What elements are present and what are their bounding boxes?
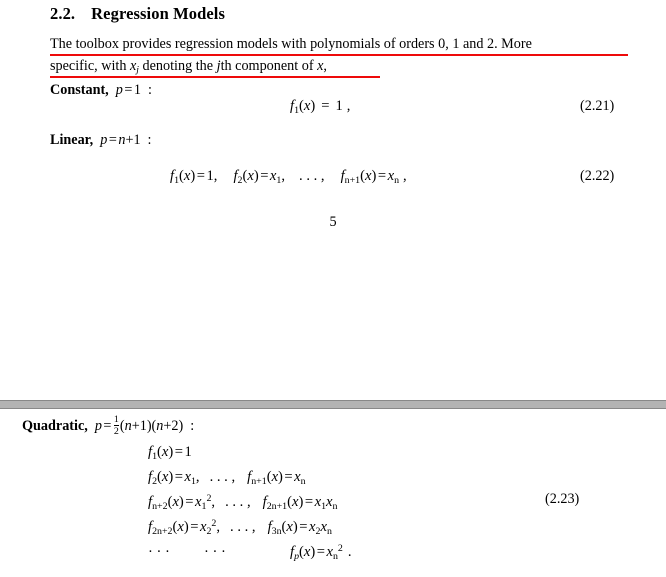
colon-constant: : <box>147 82 152 98</box>
equation-tag-2-21: (2.21) <box>580 98 615 114</box>
eq223r1-rhs: 1 <box>184 444 192 460</box>
body-paragraph: The toolbox provides regression models w… <box>50 33 630 78</box>
page-separator <box>0 400 666 409</box>
eq222-f3-subscript: n+1 <box>344 174 361 186</box>
eq223r4-f1-subscript: 2n+2 <box>152 525 173 537</box>
math-fraction-one-half: 12 <box>113 414 119 437</box>
paragraph-line-1-text: The toolbox provides regression models w… <box>50 36 532 52</box>
paragraph-line-2-text-b: denoting the <box>138 58 217 74</box>
eq223r3-f2-subscript: 2n+1 <box>266 500 288 512</box>
eq222-f3-punct: , <box>403 168 407 184</box>
model-label-linear: Linear, p = n+1: <box>50 132 152 149</box>
section-heading: 2.2. Regression Models <box>50 4 225 24</box>
eq223r3-f1-subscript: n+2 <box>152 500 168 512</box>
paragraph-line-2-text-d: , <box>323 58 327 74</box>
equation-2-23-row-1: f1(x) = 1 <box>148 444 192 462</box>
eq223r3-rhs2-sub2: n <box>332 500 338 512</box>
eq222-f1-rhs: 1 <box>206 168 214 184</box>
eq223r4-dots: . . . , <box>230 519 256 535</box>
eq222-dots: . . . , <box>299 168 325 184</box>
math-equals-constant: = <box>124 82 133 98</box>
paragraph-line-2-text-a: specific, with <box>50 58 130 74</box>
equation-2-23-row-5: · · · · · · fp(x) = xn2. <box>148 542 352 562</box>
eq223r5-dots-2: · · · <box>204 544 226 560</box>
eq223r3-dots: . . . , <box>225 494 251 510</box>
equation-2-22: f1(x) = 1, f2(x) = x1,. . . , fn+1(x) = xn, <box>170 168 407 186</box>
eq223r3-comma1: , <box>211 494 216 510</box>
equation-2-23-row-4: f2n+2(x) = x22,. . . , f3n(x) = x2xn <box>148 517 332 537</box>
equation-2-21: f1(x) = 1, <box>290 98 350 115</box>
math-p-constant: p <box>115 82 123 98</box>
math-mid-quadratic: +1)( <box>131 417 157 434</box>
math-p-quadratic: p <box>94 417 102 434</box>
paragraph-line-1: The toolbox provides regression models w… <box>50 33 630 56</box>
eq223r4-comma1: , <box>216 519 221 535</box>
eq223r4-f2-subscript: 3n <box>271 525 282 537</box>
equation-2-23-row-2: f2(x) = x1,. . . , fn+1(x) = xn <box>148 469 306 487</box>
equation-2-23-row-3: fn+2(x) = x12,. . . , f2n+1(x) = x1xn <box>148 492 338 512</box>
colon-quadratic: : <box>190 417 195 434</box>
section-title: Regression Models <box>91 4 226 23</box>
model-name-quadratic: Quadratic, <box>22 417 88 434</box>
math-tail-quadratic: +2) <box>163 417 184 434</box>
fraction-denominator: 2 <box>113 425 119 437</box>
model-label-constant: Constant, p = 1: <box>50 82 152 99</box>
equation-tag-2-22: (2.22) <box>580 168 615 184</box>
eq221-punct: , <box>346 98 351 114</box>
page-number: 5 <box>329 214 337 230</box>
paragraph-line-2: specific, with xj denoting the jth compo… <box>50 55 630 78</box>
eq223r2-comma1: , <box>195 469 200 485</box>
paragraph-line-2-text-c: th component of <box>220 58 318 74</box>
fraction-numerator: 1 <box>113 414 119 425</box>
eq223r5-period: . <box>347 544 352 560</box>
math-n1-quadratic: n <box>124 417 132 434</box>
section-number: 2.2. <box>50 4 76 23</box>
math-equals-linear: = <box>108 132 117 148</box>
math-value-constant: 1 <box>133 82 141 98</box>
eq222-f1-punct: , <box>213 168 218 184</box>
eq223r4-rhs2-sub2: n <box>326 525 332 537</box>
equation-2-23: f1(x) = 1 f2(x) = x1,. . . , fn+1(x) = xn fn+2(… <box>148 444 352 569</box>
eq223r2-f2-subscript: n+1 <box>251 475 267 487</box>
model-label-quadratic: Quadratic, p = 1 2 (n+1)(n+2): <box>22 414 195 437</box>
math-equals-quadratic: = <box>103 417 112 434</box>
model-name-constant: Constant, <box>50 82 109 98</box>
red-underline-2 <box>50 75 380 78</box>
eq222-f2-punct: , <box>281 168 286 184</box>
model-name-linear: Linear, <box>50 132 94 148</box>
math-plus1-linear: +1 <box>125 132 141 148</box>
eq223r2-rhs2-subscript: n <box>300 475 306 487</box>
colon-linear: : <box>147 132 152 148</box>
eq221-equals: = <box>321 98 330 114</box>
eq221-rhs: 1 <box>335 98 343 114</box>
eq223r5-dots-1: · · · <box>148 544 170 560</box>
equation-tag-2-23: (2.23) <box>545 491 580 507</box>
eq223r2-dots: . . . , <box>209 469 236 485</box>
